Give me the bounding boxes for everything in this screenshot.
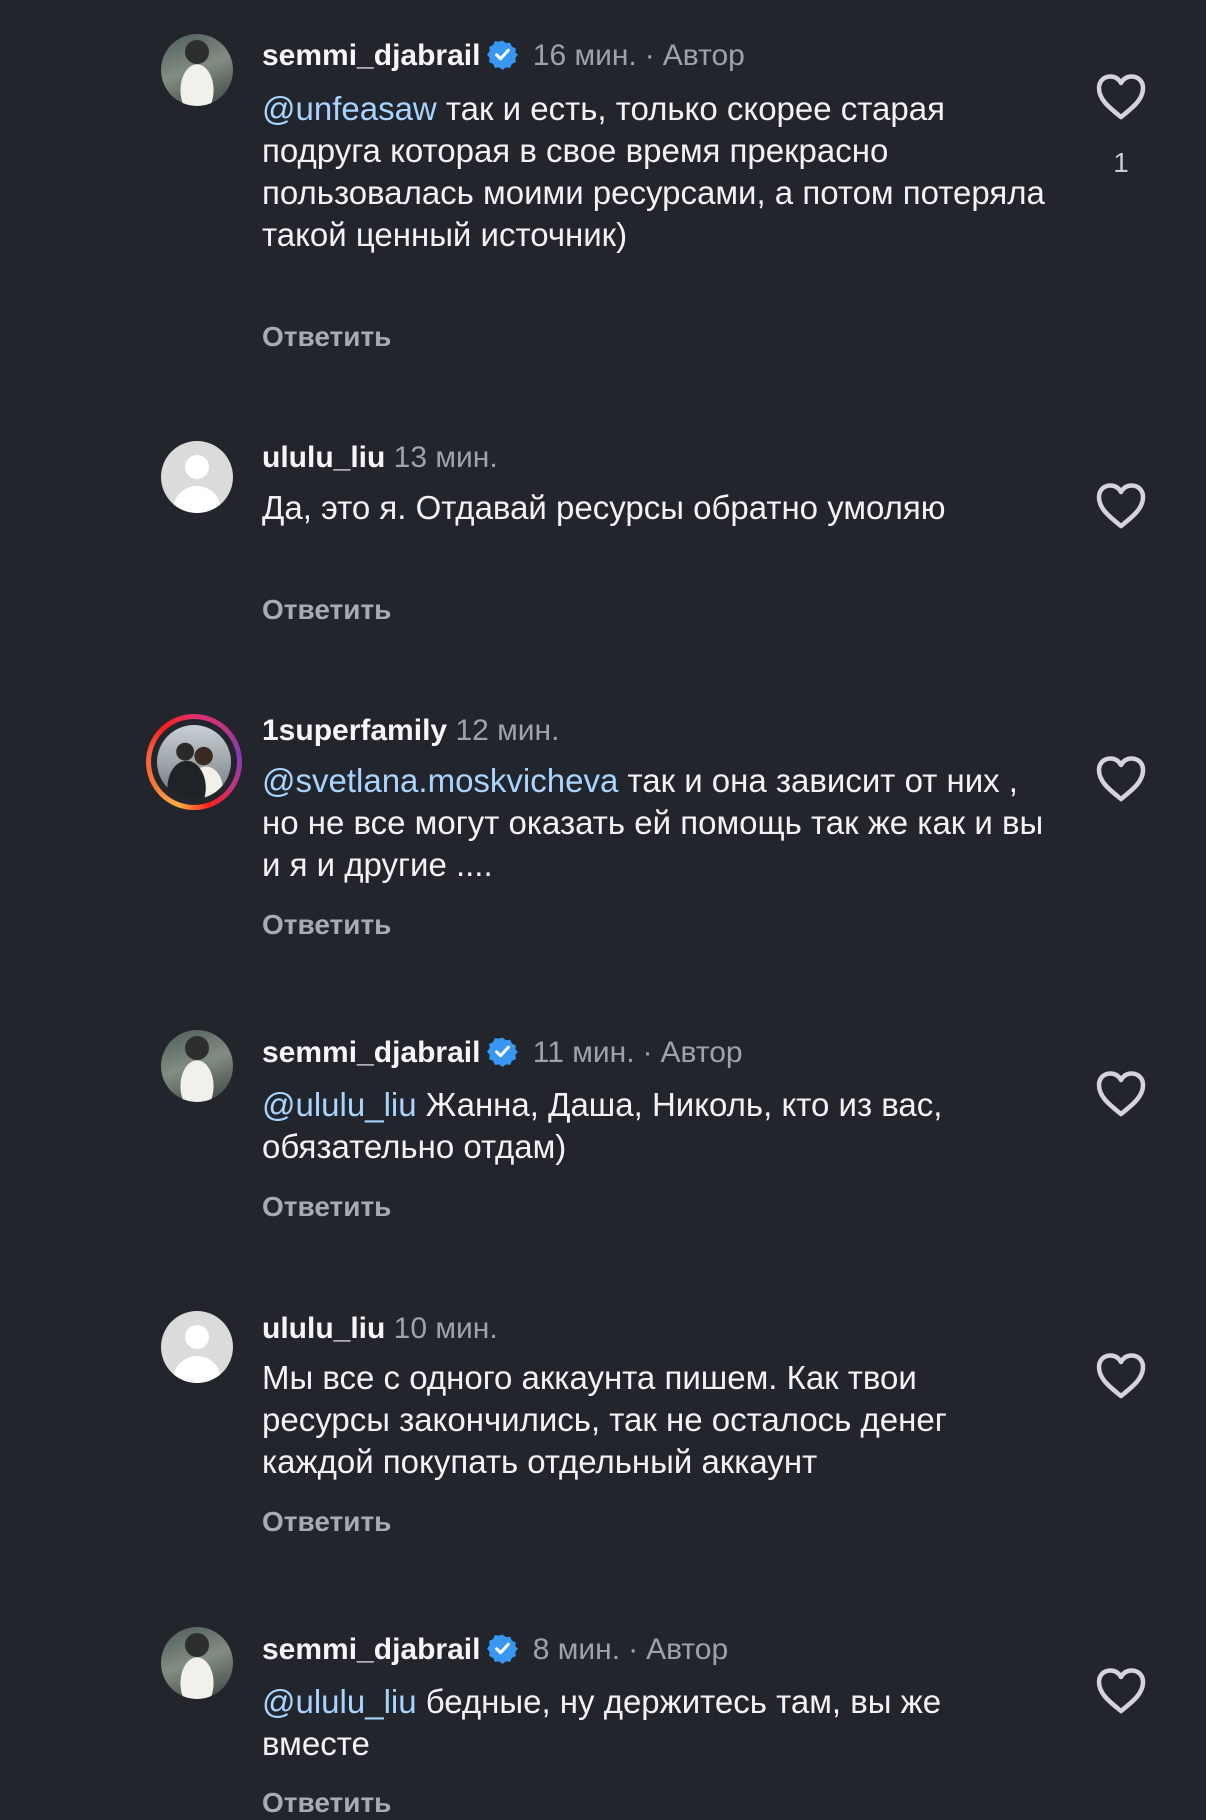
timestamp: 12 мин. [455, 714, 560, 747]
heart-outline-icon[interactable] [1095, 482, 1147, 530]
reply-button[interactable]: Ответить [262, 1190, 391, 1224]
reply-button[interactable]: Ответить [262, 593, 391, 627]
comment-header: ululu_liu 13 мин. [262, 440, 498, 476]
username[interactable]: semmi_djabrail [262, 1036, 480, 1069]
comment-text: @ululu_liu Жанна, Даша, Николь, кто из в… [262, 1084, 1052, 1168]
timestamp: 8 мин. [532, 1633, 621, 1666]
avatar[interactable] [161, 1030, 233, 1102]
reply-button[interactable]: Ответить [262, 908, 391, 942]
avatar-story-ring[interactable] [146, 714, 242, 810]
separator: · [642, 1036, 653, 1069]
mention-link[interactable]: @ululu_liu [262, 1086, 417, 1123]
username[interactable]: semmi_djabrail [262, 1633, 480, 1666]
mention-link[interactable]: @ululu_liu [262, 1683, 417, 1720]
comment-text: @unfeasaw так и есть, только скорее стар… [262, 88, 1052, 256]
timestamp: 13 мин. [393, 441, 498, 474]
author-label: Автор [660, 1036, 743, 1069]
comment-header: semmi_djabrail 8 мин. · Автор [262, 1632, 728, 1668]
avatar[interactable] [161, 441, 233, 513]
author-label: Автор [662, 39, 745, 72]
timestamp: 11 мин. [532, 1036, 635, 1069]
separator: · [628, 1633, 639, 1666]
verified-badge-icon [487, 1037, 519, 1067]
username[interactable]: 1superfamily [262, 714, 447, 747]
mention-link[interactable]: @svetlana.moskvicheva [262, 762, 618, 799]
username[interactable]: ululu_liu [262, 441, 385, 474]
comment-body: Да, это я. Отдавай ресурсы обратно умоля… [262, 489, 946, 526]
avatar[interactable] [161, 34, 233, 106]
heart-outline-icon[interactable] [1095, 1667, 1147, 1715]
comment-header: semmi_djabrail 16 мин. · Автор [262, 38, 745, 74]
comment-header: 1superfamily 12 мин. [262, 713, 559, 749]
verified-badge-icon [487, 40, 519, 70]
timestamp: 10 мин. [393, 1312, 498, 1345]
username[interactable]: semmi_djabrail [262, 39, 480, 72]
reply-button[interactable]: Ответить [262, 1505, 391, 1539]
heart-outline-icon[interactable] [1095, 1352, 1147, 1400]
comment-header: semmi_djabrail 11 мин. · Автор [262, 1035, 743, 1071]
avatar [157, 725, 231, 799]
reply-button[interactable]: Ответить [262, 320, 391, 354]
mention-link[interactable]: @unfeasaw [262, 90, 437, 127]
username[interactable]: ululu_liu [262, 1312, 385, 1345]
heart-outline-icon[interactable] [1095, 1070, 1147, 1118]
author-label: Автор [646, 1633, 729, 1666]
heart-outline-icon[interactable] [1095, 755, 1147, 803]
reply-button[interactable]: Ответить [262, 1786, 391, 1820]
comment-text: Мы все с одного аккаунта пишем. Как твои… [262, 1357, 1052, 1483]
comment-body: Мы все с одного аккаунта пишем. Как твои… [262, 1359, 947, 1480]
timestamp: 16 мин. [532, 39, 637, 72]
like-count: 1 [1113, 147, 1129, 178]
comment-text: @svetlana.moskvicheva так и она зависит … [262, 760, 1052, 886]
avatar[interactable] [161, 1311, 233, 1383]
comment-text: Да, это я. Отдавай ресурсы обратно умоля… [262, 487, 1052, 529]
heart-outline-icon[interactable] [1095, 73, 1147, 121]
verified-badge-icon [487, 1634, 519, 1664]
avatar[interactable] [161, 1627, 233, 1699]
comment-text: @ululu_liu бедные, ну держитесь там, вы … [262, 1681, 1052, 1765]
comment-header: ululu_liu 10 мин. [262, 1311, 498, 1347]
separator: · [644, 39, 655, 72]
